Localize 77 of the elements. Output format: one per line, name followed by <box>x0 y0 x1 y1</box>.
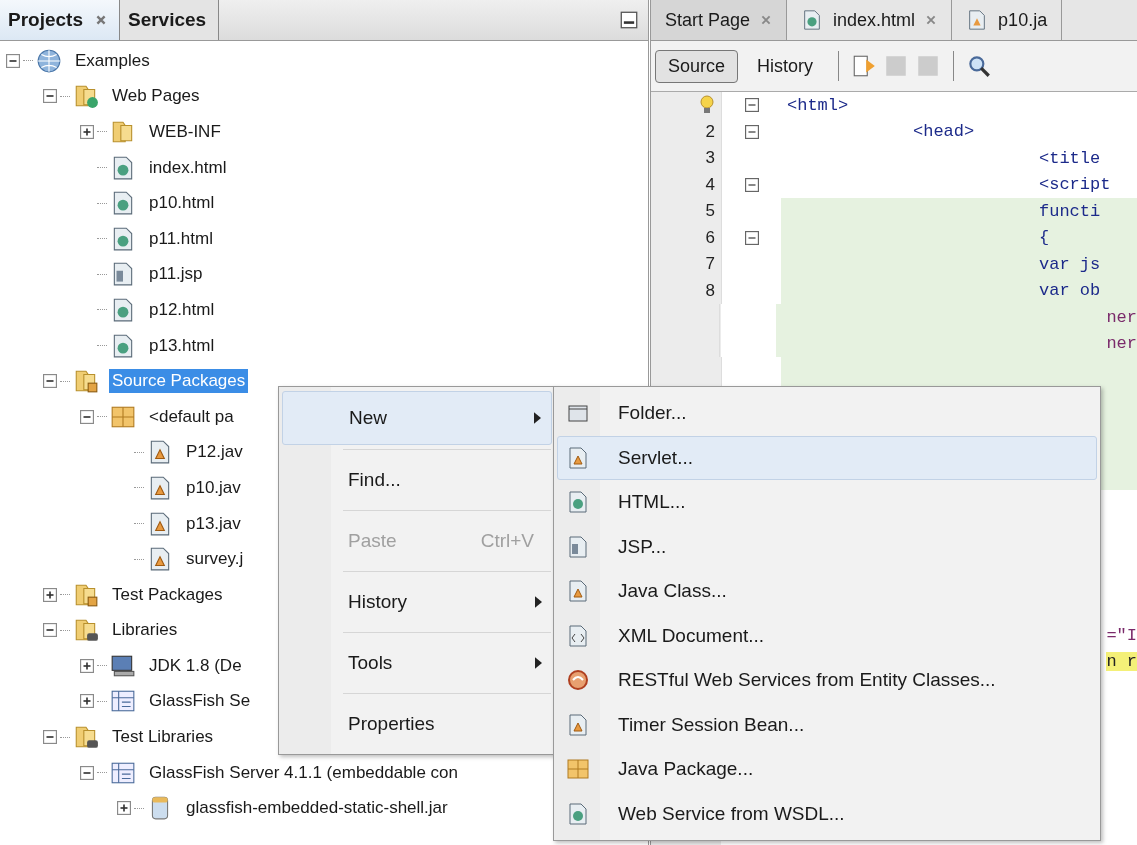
panel-tab[interactable]: Services <box>120 0 220 40</box>
tree-item[interactable]: P12.jav <box>183 440 246 465</box>
code-line: ="I <box>1105 624 1137 647</box>
tree-item[interactable]: Examples <box>72 48 153 73</box>
tree-item[interactable]: Web Pages <box>109 84 203 109</box>
line-number: 3 <box>705 148 715 169</box>
menu-item[interactable]: History <box>282 576 552 628</box>
tree-item[interactable]: index.html <box>146 155 230 180</box>
lightbulb-icon[interactable] <box>699 95 715 116</box>
menu-item[interactable]: RESTful Web Services from Entity Classes... <box>557 658 1097 703</box>
menu-item[interactable]: Java Package... <box>557 747 1097 792</box>
tree-item[interactable]: GlassFish Se <box>146 689 254 714</box>
line-number: 2 <box>705 121 715 142</box>
tree-item[interactable]: p13.jav <box>183 511 244 536</box>
menu-item[interactable]: New <box>282 391 552 445</box>
tree-item[interactable]: JDK 1.8 (De <box>146 653 245 678</box>
menu-item[interactable]: Properties <box>282 698 552 750</box>
expander-icon[interactable] <box>6 53 20 68</box>
close-icon[interactable] <box>925 14 938 26</box>
menu-item[interactable]: JSP... <box>557 524 1097 569</box>
expander-icon[interactable] <box>80 694 94 709</box>
editor-tab[interactable]: p10.ja <box>952 0 1063 40</box>
tree-item[interactable]: Test Libraries <box>109 725 217 750</box>
tree-item[interactable]: GlassFish Server 4.1.1 (embeddable con <box>146 760 461 785</box>
editor-tab[interactable]: Start Page <box>651 0 788 40</box>
menu-item[interactable]: Timer Session Bean... <box>557 702 1097 747</box>
tree-item[interactable]: p10.jav <box>183 475 244 500</box>
panel-tab[interactable]: Projects <box>0 0 120 40</box>
line-number: 5 <box>705 201 715 222</box>
tree-item[interactable]: <default pa <box>146 404 237 429</box>
menu-item[interactable]: Find... <box>282 454 552 506</box>
editor-tab[interactable]: index.html <box>787 0 953 40</box>
tree-item[interactable]: glassfish-embedded-static-shell.jar <box>183 796 451 821</box>
tree-item[interactable]: p12.html <box>146 297 218 322</box>
tree-item[interactable]: p11.jsp <box>146 262 206 287</box>
menu-item[interactable]: Java Class... <box>557 569 1097 614</box>
line-number: 8 <box>705 280 715 301</box>
expander-icon[interactable] <box>43 623 57 638</box>
menu-item[interactable]: Tools <box>282 637 552 689</box>
menu-item[interactable]: XML Document... <box>557 613 1097 658</box>
tree-item[interactable]: Test Packages <box>109 582 226 607</box>
expander-icon[interactable] <box>43 587 57 602</box>
tree-item[interactable]: WEB-INF <box>146 120 224 144</box>
tree-item[interactable]: Libraries <box>109 618 181 643</box>
expander-icon[interactable] <box>43 730 57 745</box>
fold-icon[interactable] <box>744 230 759 245</box>
expander-icon[interactable] <box>117 801 131 816</box>
minimize-icon[interactable] <box>620 11 638 29</box>
expander-icon[interactable] <box>43 89 57 104</box>
code-line: <script <box>1038 174 1112 197</box>
expander-icon[interactable] <box>43 374 57 389</box>
close-icon[interactable] <box>95 14 107 26</box>
fold-icon[interactable] <box>744 124 759 139</box>
tree-item[interactable]: p10.html <box>146 191 218 216</box>
view-toggle[interactable]: History <box>744 49 827 83</box>
code-line: <html> <box>786 94 850 117</box>
line-number: 6 <box>705 227 715 248</box>
tree-item[interactable]: survey.j <box>183 547 247 572</box>
menu-item[interactable]: Folder... <box>557 391 1097 436</box>
line-number: 7 <box>705 254 715 275</box>
menu-item[interactable]: Servlet... <box>557 435 1097 480</box>
view-toggle[interactable]: Source <box>655 49 739 83</box>
tree-item[interactable]: p13.html <box>146 333 218 358</box>
expander-icon[interactable] <box>80 658 94 673</box>
expander-icon[interactable] <box>80 409 94 424</box>
search-icon[interactable] <box>966 53 993 79</box>
line-number: 4 <box>705 174 715 195</box>
fold-icon[interactable] <box>744 98 759 113</box>
code-line: <head> <box>912 121 976 144</box>
menu-item[interactable]: Web Service from WSDL... <box>557 791 1097 836</box>
tree-item[interactable]: p11.html <box>146 226 216 251</box>
expander-icon[interactable] <box>80 125 94 139</box>
fold-icon[interactable] <box>744 177 759 192</box>
code-line: <title <box>1038 147 1102 170</box>
shortcut-label: Ctrl+V <box>480 530 534 552</box>
menu-item[interactable]: HTML... <box>557 480 1097 525</box>
expander-icon[interactable] <box>80 765 94 780</box>
